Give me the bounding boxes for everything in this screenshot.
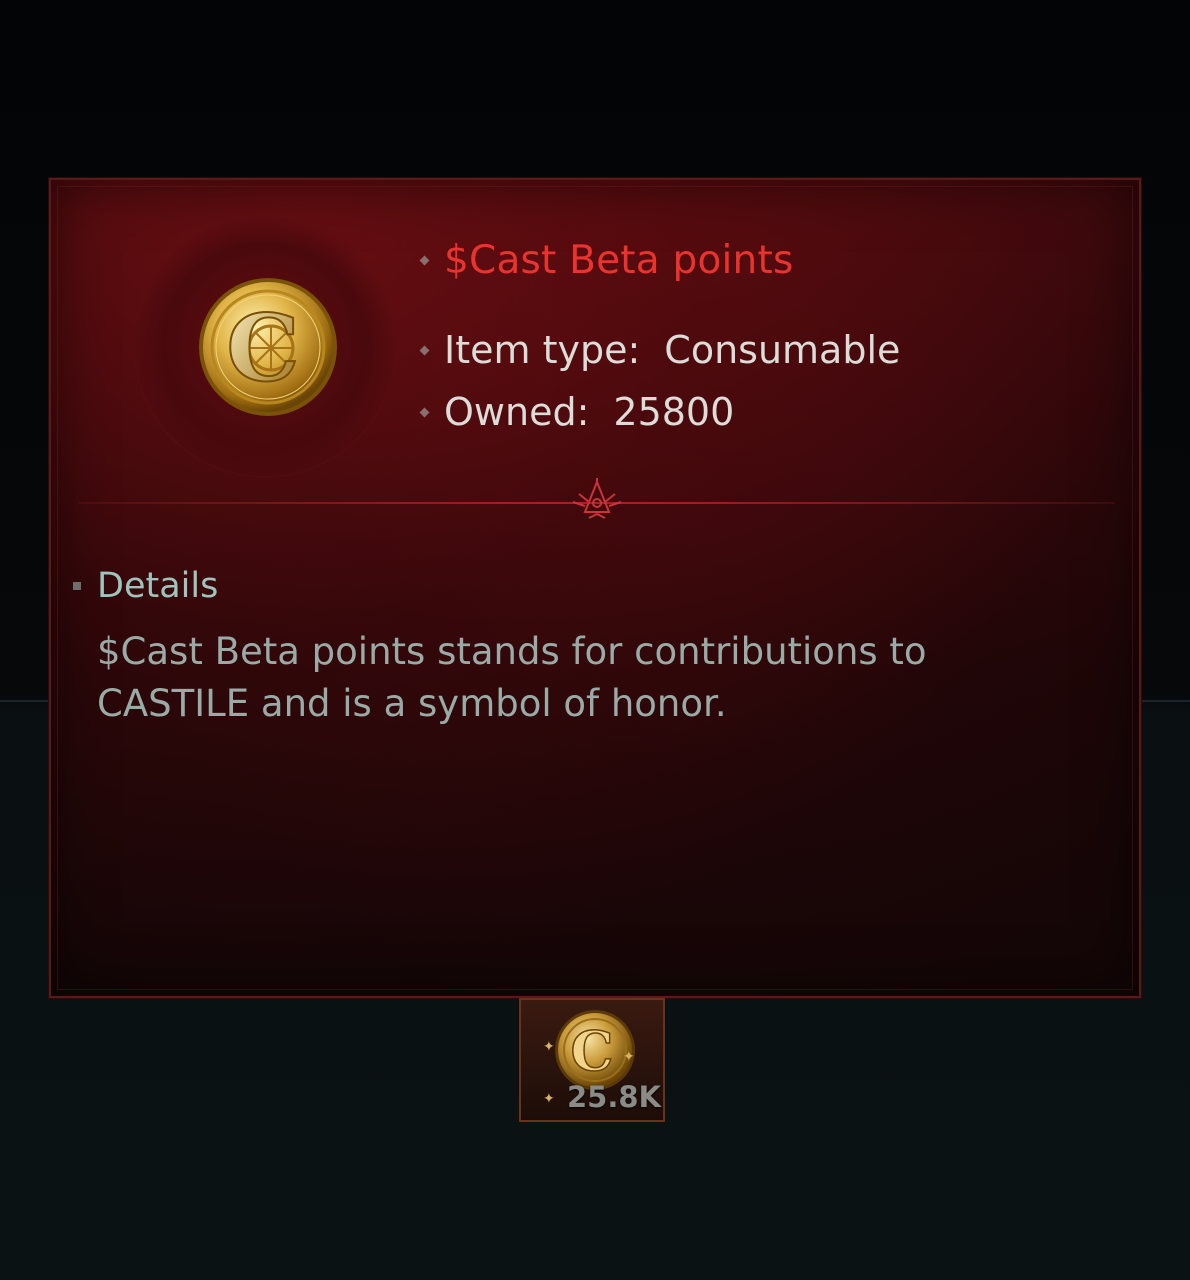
- details-description: $Cast Beta points stands for contributio…: [97, 630, 927, 725]
- owned-row: Owned: 25800: [419, 390, 735, 434]
- details-title: Details: [97, 566, 219, 606]
- game-screen: C $Cast Beta points Item type: Consumabl…: [0, 0, 1190, 1280]
- item-count: 25.8K: [566, 1080, 661, 1114]
- item-name-row: $Cast Beta points: [419, 238, 794, 283]
- svg-text:C: C: [571, 1019, 614, 1083]
- item-type-value: Consumable: [664, 328, 901, 372]
- item-name: $Cast Beta points: [444, 238, 794, 283]
- square-bullet-icon: [73, 582, 81, 590]
- details-header: Details: [73, 566, 218, 606]
- owned-value: 25800: [613, 390, 735, 434]
- svg-text:C: C: [226, 294, 299, 402]
- diamond-bullet-icon: [419, 255, 430, 266]
- castile-emblem-icon: [572, 478, 622, 519]
- diamond-bullet-icon: [419, 407, 430, 417]
- owned-label: Owned:: [444, 390, 590, 434]
- item-type-label: Item type:: [444, 328, 641, 372]
- inventory-slot[interactable]: C ✦ ✦ ✦ 25.8K: [519, 998, 665, 1122]
- gold-coin-icon: C: [199, 278, 337, 416]
- sparkle-icon: ✦: [543, 1091, 555, 1107]
- sparkle-icon: ✦: [623, 1049, 635, 1065]
- item-type-row: Item type: Consumable: [419, 328, 901, 372]
- diamond-bullet-icon: [419, 345, 430, 355]
- sparkle-icon: ✦: [543, 1039, 555, 1055]
- item-tooltip: C $Cast Beta points Item type: Consumabl…: [48, 177, 1142, 999]
